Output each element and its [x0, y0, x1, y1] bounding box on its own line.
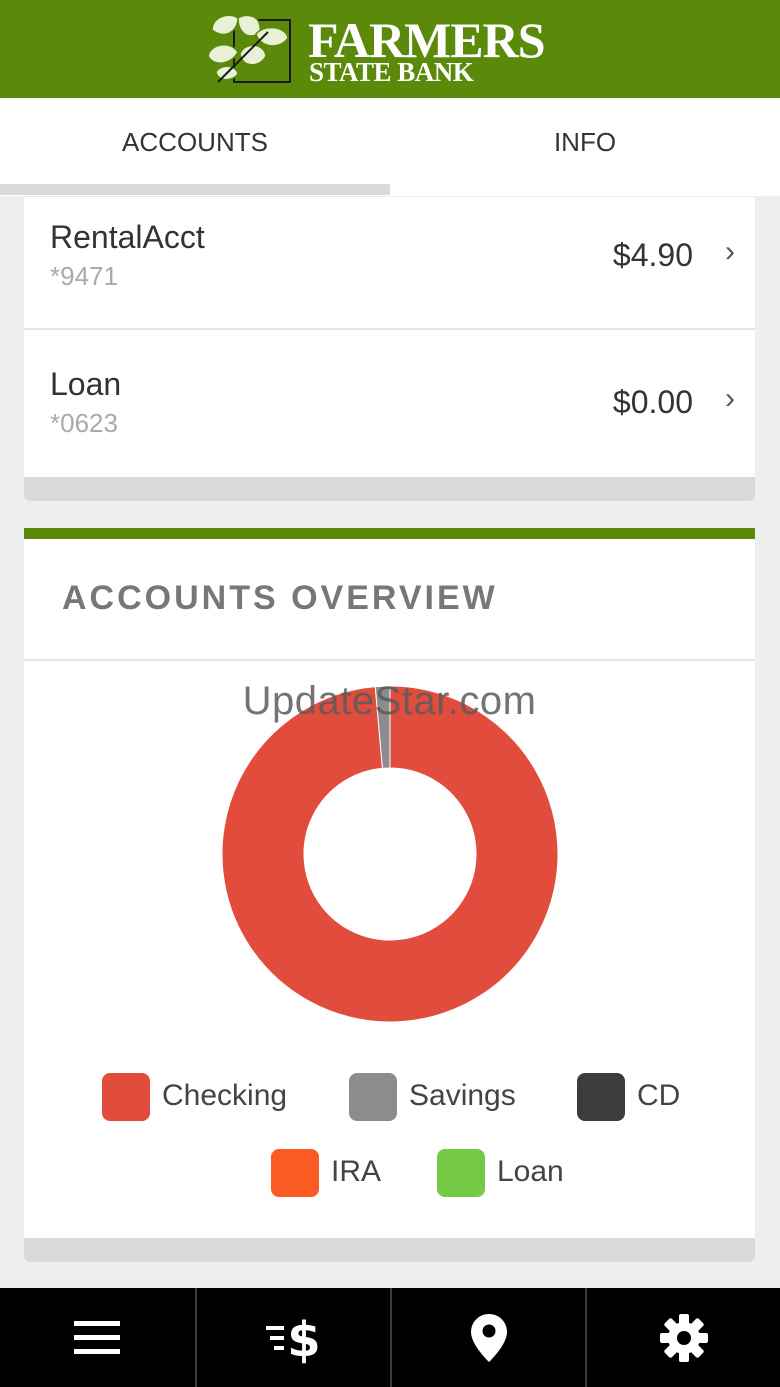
account-number: *9471 — [50, 261, 118, 291]
watermark: UpdateStar.com — [242, 679, 537, 723]
accounts-list-card: RentalAcct *9471 $4.90 › Loan *0623 $0.0… — [24, 197, 755, 477]
accounts-donut-chart — [222, 686, 558, 1022]
transfer-button[interactable]: $ — [197, 1288, 391, 1387]
menu-button[interactable] — [0, 1288, 194, 1387]
svg-text:$: $ — [287, 1312, 320, 1364]
location-pin-icon — [471, 1313, 507, 1362]
tab-bar: ACCOUNTS INFO — [0, 98, 780, 196]
tab-info[interactable]: INFO — [390, 98, 780, 196]
brand-line2: STATE BANK — [309, 57, 474, 87]
active-tab-indicator — [0, 184, 390, 195]
card-footer-shadow — [24, 477, 755, 501]
account-balance: $0.00 — [612, 384, 693, 420]
account-row-rentalacct[interactable]: RentalAcct *9471 $4.90 › — [24, 197, 755, 330]
account-name: RentalAcct — [50, 219, 205, 255]
legend-label: Checking — [162, 1079, 288, 1112]
accounts-overview-card: ACCOUNTS OVERVIEW UpdateStar.com Checkin… — [24, 528, 755, 1238]
account-name: Loan — [50, 366, 122, 402]
legend-label: CD — [637, 1079, 681, 1112]
legend-swatch — [349, 1073, 397, 1121]
legend-label: Savings — [409, 1079, 516, 1112]
farmers-state-bank-logo: FARMERS STATE BANK — [208, 12, 548, 88]
settings-button[interactable] — [587, 1288, 780, 1387]
legend-swatch — [437, 1149, 485, 1197]
legend-label: Loan — [497, 1155, 564, 1188]
chevron-right-icon: › — [725, 235, 735, 268]
tab-accounts[interactable]: ACCOUNTS — [0, 98, 390, 196]
chevron-right-icon: › — [725, 382, 735, 415]
legend-label: IRA — [331, 1155, 382, 1188]
overview-title: ACCOUNTS OVERVIEW — [62, 579, 498, 617]
menu-icon — [74, 1320, 120, 1354]
divider — [24, 659, 755, 661]
bottom-navigation: $ — [0, 1288, 780, 1387]
legend-swatch — [102, 1073, 150, 1121]
gear-icon — [660, 1313, 708, 1362]
card-footer-shadow — [24, 1238, 755, 1262]
legend-swatch — [271, 1149, 319, 1197]
account-row-loan[interactable]: Loan *0623 $0.00 › — [24, 330, 755, 476]
transfer-money-icon: $ — [266, 1312, 321, 1364]
leaves-logo-icon — [208, 14, 291, 83]
account-number: *0623 — [50, 408, 118, 438]
locations-button[interactable] — [392, 1288, 586, 1387]
legend-swatch — [577, 1073, 625, 1121]
app-header: FARMERS STATE BANK — [0, 0, 780, 98]
account-balance: $4.90 — [612, 237, 693, 273]
